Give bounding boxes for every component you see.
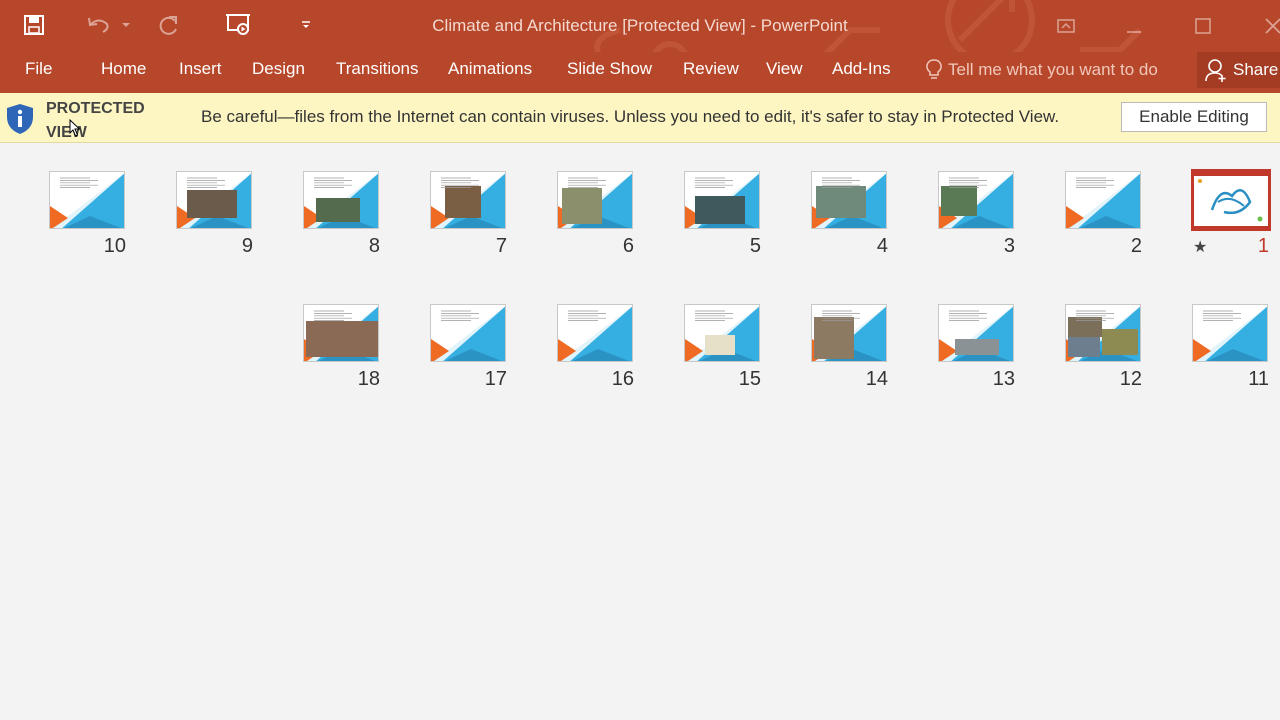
slide-preview-image <box>304 305 378 361</box>
slide-thumbnail[interactable] <box>557 171 633 229</box>
maximize-button[interactable] <box>1180 0 1226 52</box>
slide-thumbnail[interactable] <box>303 304 379 362</box>
slide-preview-image <box>50 172 124 228</box>
slide-number: 12 <box>1119 368 1142 390</box>
person-icon <box>1205 59 1226 82</box>
slide-number: 17 <box>484 368 507 390</box>
slide-thumbnail[interactable] <box>49 171 125 229</box>
slide-number: 2 <box>1130 235 1142 257</box>
slide-thumbnail[interactable] <box>684 171 760 229</box>
share-button[interactable]: Share <box>1197 52 1280 88</box>
slide-number: 18 <box>357 368 380 390</box>
slide-thumbnail[interactable] <box>557 304 633 362</box>
tab-view[interactable]: View <box>766 59 803 79</box>
tab-slide-show[interactable]: Slide Show <box>567 59 652 79</box>
slide-thumbnail[interactable] <box>430 171 506 229</box>
slide-number: 11 <box>1248 368 1269 390</box>
title-bar: Climate and Architecture [Protected View… <box>0 0 1280 52</box>
slide-thumbnail[interactable] <box>938 304 1014 362</box>
slide-thumbnail[interactable] <box>1065 171 1141 229</box>
tell-me-placeholder: Tell me what you want to do <box>948 60 1158 79</box>
slide-thumbnail[interactable] <box>1192 304 1268 362</box>
tab-file[interactable]: File <box>25 59 52 79</box>
minimize-icon <box>1127 31 1141 33</box>
slide-preview-image <box>1194 172 1268 228</box>
maximize-icon <box>1195 18 1211 34</box>
slide-preview-image <box>812 305 886 361</box>
ribbon-display-icon <box>1057 19 1075 33</box>
protected-view-bar: PROTECTED VIEW Be careful—files from the… <box>0 93 1280 143</box>
slide-preview-image <box>939 305 1013 361</box>
slide-preview-image <box>939 172 1013 228</box>
minimize-button[interactable] <box>1111 0 1157 52</box>
slide-preview-image <box>685 172 759 228</box>
lightbulb-icon <box>926 59 942 79</box>
slide-preview-image <box>1193 305 1267 361</box>
slide-preview-image <box>1066 172 1140 228</box>
slide-number: 9 <box>241 235 253 257</box>
slide-number: 4 <box>876 235 888 257</box>
slide-thumbnail[interactable] <box>176 171 252 229</box>
slide-thumbnail[interactable] <box>684 304 760 362</box>
share-label: Share <box>1233 60 1279 79</box>
tab-review[interactable]: Review <box>683 59 739 79</box>
slide-number: 5 <box>749 235 761 257</box>
tab-transitions[interactable]: Transitions <box>336 59 419 79</box>
slide-thumbnail[interactable] <box>430 304 506 362</box>
slide-number: 13 <box>992 368 1015 390</box>
slide-number: 8 <box>368 235 380 257</box>
close-icon <box>1265 18 1280 34</box>
slide-preview-image <box>431 172 505 228</box>
animation-star-icon: ★ <box>1193 239 1208 256</box>
slide-number: 3 <box>1003 235 1015 257</box>
slide-number: 15 <box>738 368 761 390</box>
tab-animations[interactable]: Animations <box>448 59 532 79</box>
slide-thumbnail[interactable] <box>811 304 887 362</box>
slide-preview-image <box>304 172 378 228</box>
slide-sorter: 10 9 8 7 6 5 4 3 2 1 ★ 18 17 16 15 14 13 12 11 <box>0 144 1280 720</box>
enable-editing-button[interactable]: Enable Editing <box>1121 102 1267 132</box>
slide-preview-image <box>558 305 632 361</box>
slide-preview-image <box>685 305 759 361</box>
slide-thumbnail[interactable] <box>1191 169 1271 231</box>
slide-preview-image <box>812 172 886 228</box>
slide-number: 10 <box>103 235 126 257</box>
slide-thumbnail[interactable] <box>303 171 379 229</box>
tab-home[interactable]: Home <box>101 59 146 79</box>
slide-preview-image <box>558 172 632 228</box>
slide-number: 16 <box>611 368 634 390</box>
ribbon-display-options-button[interactable] <box>1043 0 1089 52</box>
slide-number: 1 <box>1257 235 1269 257</box>
tab-design[interactable]: Design <box>252 59 305 79</box>
slide-preview-image <box>177 172 251 228</box>
protected-view-title: PROTECTED VIEW <box>46 100 145 141</box>
slide-thumbnail[interactable] <box>811 171 887 229</box>
tell-me-search[interactable]: Tell me what you want to do <box>926 59 1158 81</box>
slide-preview-image <box>1066 305 1140 361</box>
slide-number: 14 <box>865 368 888 390</box>
slide-number: 7 <box>495 235 507 257</box>
shield-info-icon <box>7 104 33 134</box>
slide-preview-image <box>431 305 505 361</box>
slide-thumbnail[interactable] <box>1065 304 1141 362</box>
tab-add-ins[interactable]: Add-Ins <box>832 59 891 79</box>
mouse-cursor-icon <box>69 119 81 137</box>
tab-insert[interactable]: Insert <box>179 59 222 79</box>
slide-thumbnail[interactable] <box>938 171 1014 229</box>
ribbon-tabs: File Home Insert Design Transitions Anim… <box>0 52 1280 93</box>
protected-view-message: Be careful—files from the Internet can c… <box>201 107 1060 126</box>
slide-number: 6 <box>622 235 634 257</box>
close-button[interactable] <box>1250 0 1280 52</box>
